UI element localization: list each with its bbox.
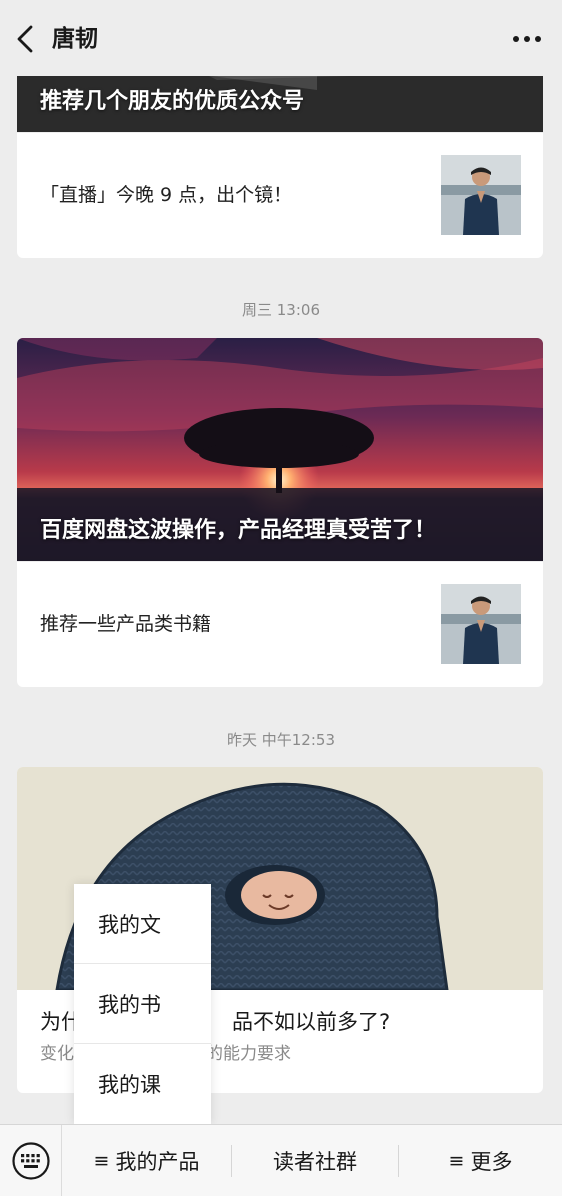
menu-reader-community[interactable]: 读者社群 bbox=[232, 1125, 398, 1196]
article-sub-item[interactable]: 「直播」今晚 9 点，出个镜！ bbox=[17, 132, 543, 258]
menu-label: 我的产品 bbox=[115, 1150, 200, 1174]
submenu-item-my-articles[interactable]: 我的文 bbox=[74, 884, 211, 964]
article-card[interactable]: 百度网盘这波操作，产品经理真受苦了！ 推荐一些产品类书籍 bbox=[17, 338, 543, 687]
article-hero-title: 百度网盘这波操作，产品经理真受苦了！ bbox=[40, 518, 437, 543]
menu-list-icon: ≡ bbox=[448, 1150, 465, 1172]
message-timestamp: 昨天 中午12:53 bbox=[227, 731, 335, 749]
menu-label: 更多 bbox=[470, 1150, 513, 1174]
article-sub-title: 推荐一些产品类书籍 bbox=[40, 613, 212, 635]
back-button[interactable] bbox=[10, 22, 40, 56]
top-bar: 唐韧 bbox=[0, 0, 562, 76]
submenu-item-my-courses[interactable]: 我的课 bbox=[74, 1044, 211, 1124]
submenu-popup: 我的文 我的书 我的课 bbox=[74, 884, 211, 1124]
bottom-menu-bar: ≡ 我的产品 读者社群 ≡ 更多 bbox=[0, 1124, 562, 1196]
menu-label: 读者社群 bbox=[273, 1150, 357, 1174]
article-thumbnail bbox=[441, 155, 521, 235]
more-button[interactable] bbox=[510, 22, 544, 56]
menu-more[interactable]: ≡ 更多 bbox=[399, 1125, 562, 1196]
chevron-left-icon bbox=[17, 25, 33, 53]
submenu-item-my-books[interactable]: 我的书 bbox=[74, 964, 211, 1044]
article-sub-title: 「直播」今晚 9 点，出个镜！ bbox=[40, 184, 293, 206]
keyboard-toggle-button[interactable] bbox=[0, 1125, 62, 1196]
menu-my-products[interactable]: ≡ 我的产品 bbox=[63, 1125, 230, 1196]
menu-list-icon: ≡ bbox=[93, 1150, 110, 1172]
page-title: 唐韧 bbox=[52, 26, 98, 52]
more-dots-icon bbox=[513, 36, 541, 42]
keyboard-icon bbox=[11, 1142, 50, 1180]
message-timestamp: 周三 13:06 bbox=[242, 301, 320, 319]
article-thumbnail bbox=[441, 584, 521, 664]
article-hero[interactable]: 百度网盘这波操作，产品经理真受苦了！ bbox=[17, 338, 543, 561]
article-sub-item[interactable]: 推荐一些产品类书籍 bbox=[17, 561, 543, 687]
article-hero-title: 推荐几个朋友的优质公众号 bbox=[40, 89, 305, 114]
